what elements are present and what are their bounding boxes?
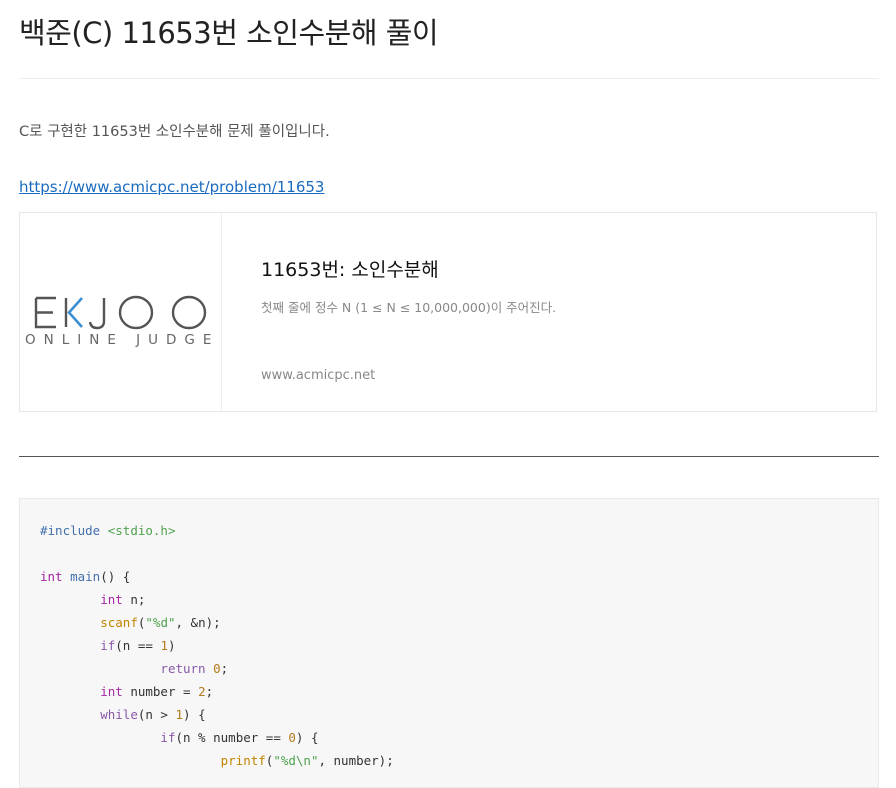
code-content: #include <stdio.h> int main() { int n; s…: [40, 519, 394, 772]
boj-logo-subtitle: ONLINE JUDGE: [25, 332, 219, 347]
code-line: #include <stdio.h>: [40, 523, 176, 538]
code-line: if(n == 1): [100, 638, 176, 653]
page-title: 백준(C) 11653번 소인수분해 풀이: [19, 16, 439, 50]
code-line: if(n % number == 0) {: [160, 730, 319, 745]
link-preview-card[interactable]: ONLINE JUDGE 11653번: 소인수분해 첫째 줄에 정수 N (1…: [19, 212, 877, 412]
preview-title[interactable]: 11653번: 소인수분해: [261, 255, 439, 282]
preview-thumbnail[interactable]: ONLINE JUDGE: [20, 213, 222, 411]
code-block: #include <stdio.h> int main() { int n; s…: [19, 498, 879, 788]
code-line: int main() {: [40, 569, 131, 584]
problem-link[interactable]: https://www.acmicpc.net/problem/11653: [19, 178, 324, 196]
preview-domain: www.acmicpc.net: [261, 368, 376, 383]
code-line: printf("%d\n", number);: [220, 753, 394, 768]
intro-text: C로 구현한 11653번 소인수분해 문제 풀이입니다.: [19, 124, 330, 140]
section-divider: [19, 456, 879, 457]
code-line: return 0;: [160, 661, 229, 676]
code-line: scanf("%d", &n);: [100, 615, 221, 630]
title-divider: [19, 78, 879, 79]
boj-logo-icon: ONLINE JUDGE: [25, 295, 219, 347]
code-line: int n;: [100, 592, 146, 607]
code-line: while(n > 1) {: [100, 707, 206, 722]
code-line: int number = 2;: [100, 684, 214, 699]
preview-description: 첫째 줄에 정수 N (1 ≤ N ≤ 10,000,000)이 주어진다.: [261, 300, 557, 315]
